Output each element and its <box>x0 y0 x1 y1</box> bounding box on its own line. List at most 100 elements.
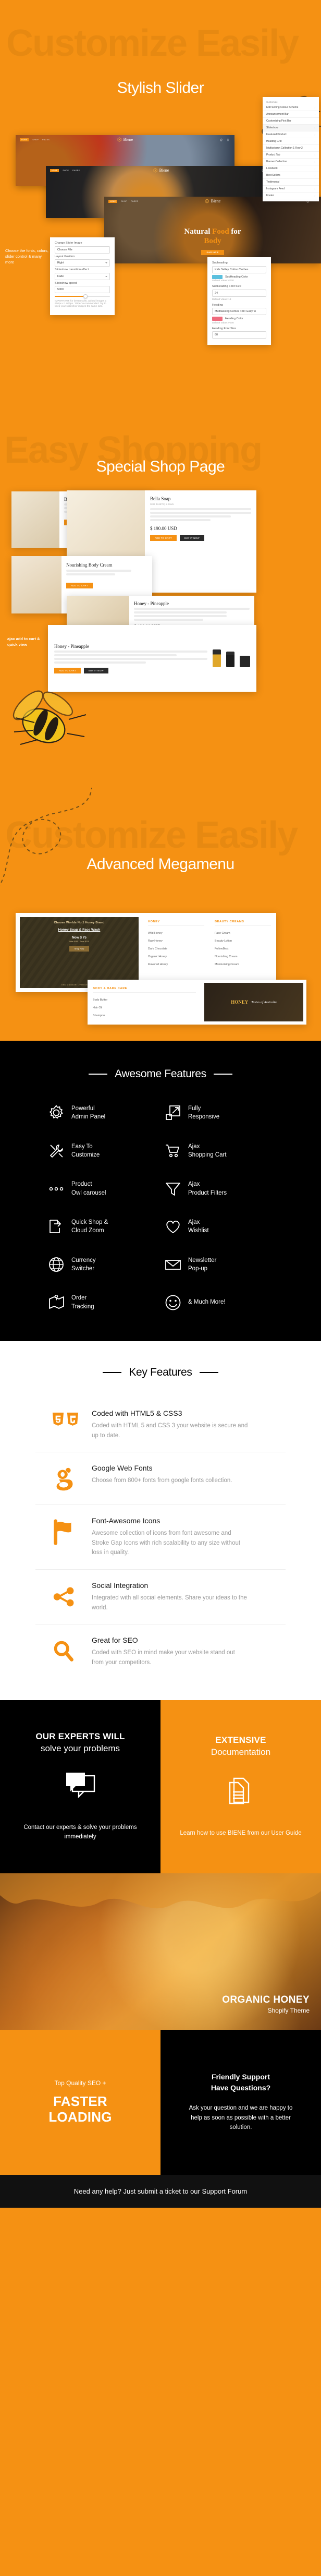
customizer-section-item[interactable]: Lookbook › <box>263 165 319 172</box>
buy-it-now-button-2[interactable]: BUY IT NOW <box>83 667 108 673</box>
megamenu-link[interactable]: Face Cream <box>215 929 271 937</box>
awesome-features-grid: Powerful Admin Panel Fully Responsive Easy T… <box>48 1104 273 1311</box>
megamenu-link[interactable]: Moisturising Cream <box>215 960 271 968</box>
megamenu-link[interactable]: Flavored Honey <box>148 960 204 968</box>
shot3-nav-pages: PAGES <box>131 200 139 202</box>
color-swatch[interactable] <box>212 317 223 321</box>
feature-item: Ajax Shopping Cart <box>165 1142 273 1160</box>
customizer-section-item[interactable]: Footer › <box>263 192 319 199</box>
customizer-section-item[interactable]: Customizing First Bar › <box>263 118 319 125</box>
megamenu-link[interactable]: Shampoo <box>93 1012 196 1019</box>
honey-drip-decoration <box>0 1873 321 1908</box>
add-to-cart-button-3[interactable]: ADD TO CART <box>66 583 93 589</box>
key-feature-row: Social Integration Integrated with all so… <box>35 1570 286 1625</box>
promo-shop-now-button[interactable]: Shop Now <box>69 945 90 952</box>
customizer-section-item[interactable]: Product Tab › <box>263 152 319 159</box>
shot3-nav-shop: SHOP <box>121 200 128 202</box>
customizer-section-item[interactable]: Instagram Feed › <box>263 186 319 192</box>
field-select-layout-position[interactable]: Right <box>55 259 110 267</box>
customizer-section-item[interactable]: Banner Collection › <box>263 159 319 165</box>
key-feature-description: Coded with HTML 5 and CSS 3 your website… <box>92 1422 248 1439</box>
field-input-speed[interactable]: 5000 <box>55 286 110 293</box>
html5-css3-icon <box>49 1409 81 1438</box>
feature-label-line-1: Currency <box>71 1257 96 1263</box>
customizer-section-item[interactable]: Best Sellers › <box>263 172 319 179</box>
key-feature-description: Integrated with all social elements. Sha… <box>92 1595 247 1611</box>
customizer-section-item-label: Edit Setting Colour Scheme <box>266 106 299 109</box>
megamenu-promo-banner[interactable]: Choose Worlds No.1 Honey Brand Honey Soa… <box>20 917 139 988</box>
feature-label-line-2: Cloud Zoom <box>71 1227 104 1234</box>
customizer-section-item-label: Banner Collection <box>266 160 287 163</box>
customizer-section-item[interactable]: Heading Grid › <box>263 138 319 145</box>
smiley-icon <box>165 1295 181 1310</box>
shot-nav-shop: SHOP <box>32 138 39 141</box>
field-input-subheading[interactable]: Kids Saftey Cotton Clothes <box>212 266 266 273</box>
customizer-section-item[interactable]: Edit Setting Colour Scheme › <box>263 104 319 111</box>
megamenu-link[interactable]: Raw Honey <box>148 937 204 945</box>
feature-label: Powerful Admin Panel <box>71 1104 105 1122</box>
field-input-subheading-size[interactable]: 24 <box>212 289 266 297</box>
expand-icon <box>165 1105 181 1121</box>
globe-icon <box>48 1257 64 1272</box>
color-swatch[interactable] <box>212 274 223 279</box>
bee-hex-logo-icon <box>117 137 121 142</box>
experts-title-sub: solve your problems <box>40 1743 120 1754</box>
chevron-right-icon: › <box>315 174 316 177</box>
add-to-cart-button-4[interactable]: ADD TO CART <box>54 667 81 673</box>
honey-banner-text: ORGANIC HONEY Shopify Theme <box>222 1994 310 2014</box>
slide-caption-word-2: Food <box>212 227 229 236</box>
rule-right <box>213 1074 232 1075</box>
shot-header-icons <box>220 138 229 141</box>
chevron-right-icon: › <box>315 154 316 157</box>
megamenu-link[interactable]: Beauty Lotion <box>215 937 271 945</box>
megamenu-link[interactable]: Hair Oil <box>93 1004 196 1012</box>
megamenu-honey-banner[interactable]: HONEY Tastes of Australia <box>204 983 303 1021</box>
section-experts-documentation: OUR EXPERTS WILL solve your problems Con… <box>0 1700 321 1873</box>
documentation-footer-text: Learn how to use BIENE from our User Gui… <box>180 1829 302 1836</box>
customizer-panel-text[interactable]: Subheading Kids Saftey Cotton Clothes Su… <box>207 257 271 345</box>
megamenu-link[interactable]: Body Butter <box>93 996 196 1004</box>
key-feature-text: Coded with HTML5 & CSS3 Coded with HTML 5… <box>92 1409 248 1440</box>
field-input-choose-file[interactable]: Choose File <box>55 246 110 254</box>
feature-label-line-2: Product Filters <box>188 1189 227 1196</box>
field-select-transition[interactable]: Fade <box>55 272 110 280</box>
customizer-section-item[interactable]: Slideshow › <box>263 125 319 131</box>
chevron-right-icon: › <box>315 134 316 136</box>
customizer-section-list[interactable]: Customize Edit Setting Colour Scheme › Ann… <box>263 97 319 201</box>
field-swatch-heading-color[interactable]: Heading Color <box>212 317 266 321</box>
megamenu-link[interactable]: Organic Honey <box>148 953 204 960</box>
field-select-layout-value: Right <box>57 261 64 264</box>
slide-caption-word-4: Body <box>204 237 221 246</box>
slide-caption-word-3: for <box>231 227 241 236</box>
feature-label-line-1: Ajax <box>188 1143 200 1150</box>
chevron-right-icon: › <box>315 106 316 109</box>
key-feature-text: Font-Awesome Icons Awesome collection of … <box>92 1516 248 1558</box>
field-hint-subheading-size: Default Value: 18 <box>212 298 231 301</box>
slide-shop-now-button[interactable]: SHOP NOW <box>201 249 224 255</box>
field-swatch-subheading-color[interactable]: SubHeading Color <box>212 274 266 279</box>
footer-text[interactable]: Need any help? Just submit a ticket to o… <box>74 2187 247 2195</box>
megamenu-link[interactable]: FollowBest <box>215 945 271 953</box>
shop-product-title-5: Honey - Pineapple <box>54 643 89 649</box>
megamenu-link[interactable]: Nourishing Cream <box>215 953 271 960</box>
megamenu-link[interactable]: Dark Chocolate <box>148 945 204 953</box>
key-feature-row: Great for SEO Coded with SEO in mind make… <box>35 1624 286 1679</box>
field-input-heading[interactable]: Multitasking Comes <br> Easy to <box>212 308 266 315</box>
feature-label-line-2: Pop-up <box>188 1265 208 1272</box>
customizer-section-item[interactable]: Testimonial › <box>263 179 319 186</box>
section-seo-support: Top Quality SEO + FASTER LOADING Friendl… <box>0 2029 321 2175</box>
customizer-section-item[interactable]: Announcement Bar › <box>263 111 319 118</box>
customizer-section-item[interactable]: Multicolumn Collection 1 Row 2 › <box>263 145 319 152</box>
megamenu-link[interactable]: Wild Honey <box>148 929 204 937</box>
field-label-heading-size: Heading Font Size <box>212 327 237 330</box>
customizer-section-item[interactable]: Featured Product › <box>263 131 319 138</box>
buy-it-now-button[interactable]: BUY IT NOW <box>179 535 204 541</box>
page-title-stylish-slider: Stylish Slider <box>117 79 204 97</box>
feature-label-line-1: & Much More! <box>188 1299 226 1306</box>
add-to-cart-button-2[interactable]: ADD TO CART <box>150 535 177 541</box>
customizer-panel-slider[interactable]: Change Slider Image Choose File Layout P… <box>50 237 115 315</box>
helper-text-customize: Choose the fonts, colors, slider control… <box>5 248 48 264</box>
field-input-heading-size[interactable]: 60 <box>212 331 266 339</box>
tools-icon <box>48 1143 64 1159</box>
speed-slider[interactable] <box>55 294 110 298</box>
